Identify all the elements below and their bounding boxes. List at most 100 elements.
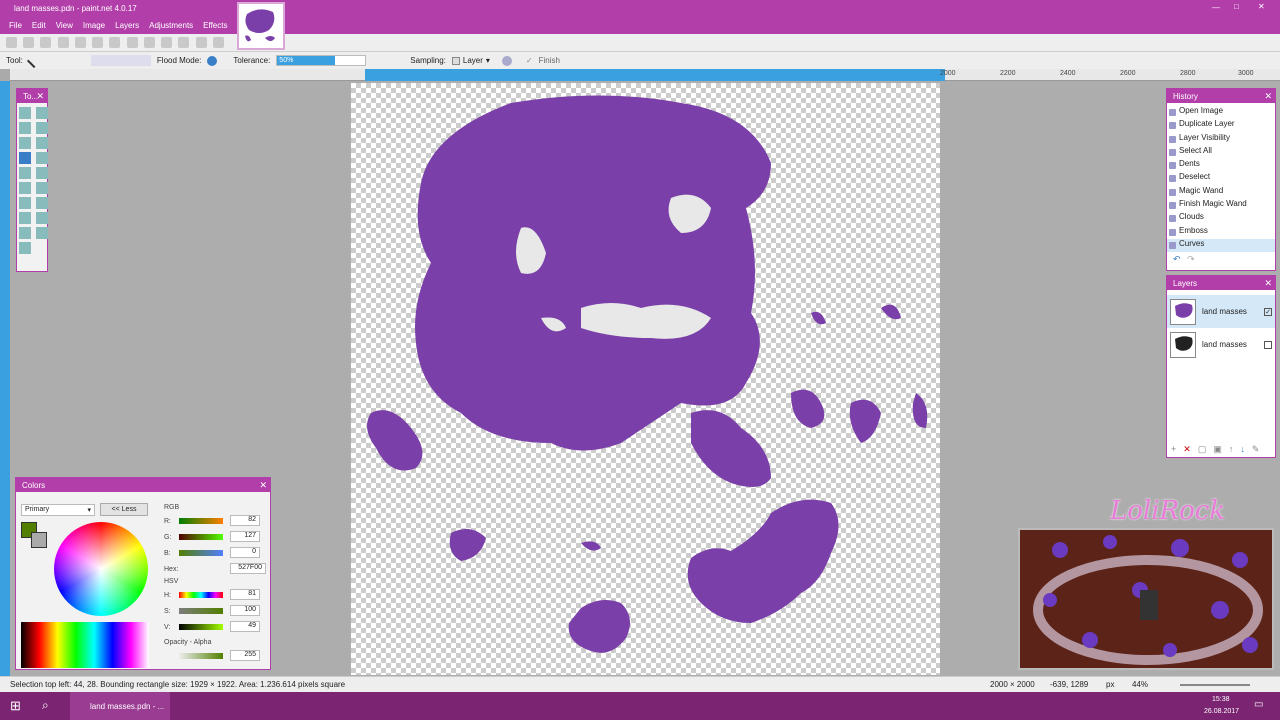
palette-grid[interactable]	[21, 622, 149, 668]
history-item[interactable]: Finish Magic Wand	[1167, 199, 1275, 212]
magic-wand-tool-icon[interactable]	[19, 152, 31, 164]
history-item[interactable]: Clouds	[1167, 212, 1275, 225]
h-slider[interactable]	[179, 592, 223, 598]
taskbar-app-paintnet[interactable]: land masses.pdn - ...	[70, 692, 170, 720]
antialias-icon[interactable]	[501, 55, 512, 66]
ruler-icon[interactable]	[212, 37, 224, 48]
zoom-slider[interactable]	[1180, 684, 1250, 686]
s-slider[interactable]	[179, 608, 223, 614]
gradient-icon[interactable]	[36, 167, 48, 179]
layer-item[interactable]: land masses	[1167, 328, 1275, 361]
line-icon[interactable]	[36, 227, 48, 239]
color-picker-icon[interactable]	[36, 197, 48, 209]
redo-icon[interactable]: ↷	[1187, 254, 1195, 264]
history-item-current[interactable]: Curves	[1167, 238, 1275, 253]
r-slider[interactable]	[179, 518, 223, 524]
close-icon[interactable]: ✕	[36, 91, 44, 102]
history-item[interactable]: Dents	[1167, 159, 1275, 172]
hex-value[interactable]: 527F00	[230, 563, 266, 574]
zoom-level[interactable]: 44%	[1132, 680, 1148, 689]
delete-layer-icon[interactable]: ✕	[1183, 444, 1191, 455]
move-down-icon[interactable]: ↓	[1240, 444, 1245, 455]
alpha-slider[interactable]	[179, 653, 223, 659]
cut-icon[interactable]	[74, 37, 86, 48]
layer-visibility-checkbox[interactable]: ✓	[1264, 307, 1272, 316]
v-slider[interactable]	[179, 624, 223, 630]
shapes-icon[interactable]	[19, 242, 31, 254]
undo-icon[interactable]: ↶	[1173, 254, 1181, 264]
finish-button[interactable]: Finish	[539, 56, 560, 65]
image-tab-thumbnail[interactable]	[237, 2, 285, 50]
rectangle-select-icon[interactable]	[19, 107, 31, 119]
layer-properties-icon[interactable]: ✎	[1252, 444, 1260, 455]
pan-icon[interactable]	[36, 152, 48, 164]
paintbrush-icon[interactable]	[19, 182, 31, 194]
zoom-icon[interactable]	[36, 137, 48, 149]
lasso-icon[interactable]	[19, 122, 31, 134]
paint-bucket-icon[interactable]	[19, 167, 31, 179]
b-value[interactable]: 0	[230, 547, 260, 558]
maximize-button[interactable]: □	[1234, 2, 1239, 11]
history-item[interactable]: Open Image	[1167, 106, 1275, 119]
notifications-icon[interactable]: ▭	[1254, 699, 1263, 710]
clone-stamp-icon[interactable]	[19, 212, 31, 224]
history-item[interactable]: Select All	[1167, 146, 1275, 159]
print-icon[interactable]	[57, 37, 69, 48]
v-value[interactable]: 49	[230, 621, 260, 632]
history-item[interactable]: Layer Visibility	[1167, 133, 1275, 146]
secondary-color-swatch[interactable]	[31, 532, 47, 548]
crop-icon[interactable]	[126, 37, 138, 48]
menu-view[interactable]: View	[51, 21, 78, 30]
paste-icon[interactable]	[109, 37, 121, 48]
layer-item[interactable]: land masses ✓	[1167, 295, 1275, 328]
open-icon[interactable]	[23, 37, 35, 48]
image-canvas[interactable]	[351, 83, 940, 675]
add-layer-icon[interactable]: +	[1171, 444, 1176, 455]
ellipse-select-icon[interactable]	[19, 137, 31, 149]
less-button[interactable]: << Less	[100, 503, 148, 516]
selection-mode-icon[interactable]	[90, 55, 151, 66]
minimize-button[interactable]: —	[1212, 3, 1220, 12]
duplicate-layer-icon[interactable]: ▢	[1198, 444, 1207, 455]
windows-start-icon[interactable]: ⊞	[10, 698, 21, 714]
redo-icon[interactable]	[178, 37, 190, 48]
color-mode-select[interactable]: Primary ▾	[21, 504, 95, 516]
move-up-icon[interactable]: ↑	[1229, 444, 1234, 455]
move-selection-icon[interactable]	[36, 107, 48, 119]
sampling-select[interactable]: Layer ▾	[451, 56, 490, 65]
history-item[interactable]: Magic Wand	[1167, 186, 1275, 199]
save-icon[interactable]	[40, 37, 52, 48]
eraser-icon[interactable]	[36, 182, 48, 194]
history-item[interactable]: Deselect	[1167, 172, 1275, 185]
units-select[interactable]: px	[1106, 680, 1114, 689]
s-value[interactable]: 100	[230, 605, 260, 616]
magic-wand-icon[interactable]	[26, 53, 41, 68]
history-item[interactable]: Emboss	[1167, 226, 1275, 239]
text-icon[interactable]	[19, 227, 31, 239]
g-slider[interactable]	[179, 534, 223, 540]
close-button[interactable]: ✕	[1258, 2, 1265, 11]
flood-mode-icon[interactable]	[207, 55, 218, 66]
r-value[interactable]: 82	[230, 515, 260, 526]
menu-layers[interactable]: Layers	[110, 21, 144, 30]
grid-icon[interactable]	[195, 37, 207, 48]
tolerance-slider[interactable]: 50%	[276, 55, 367, 66]
deselect-icon[interactable]	[143, 37, 155, 48]
close-icon[interactable]: ✕	[259, 480, 267, 491]
search-icon[interactable]: ⌕	[42, 698, 49, 713]
menu-image[interactable]: Image	[78, 21, 110, 30]
layer-visibility-checkbox[interactable]	[1264, 340, 1272, 349]
undo-icon[interactable]	[161, 37, 173, 48]
new-icon[interactable]	[6, 37, 17, 48]
merge-layer-icon[interactable]: ▣	[1213, 444, 1222, 455]
pencil-icon[interactable]	[19, 197, 31, 209]
color-wheel[interactable]	[54, 522, 148, 616]
copy-icon[interactable]	[92, 37, 104, 48]
g-value[interactable]: 127	[230, 531, 260, 542]
h-value[interactable]: 81	[230, 589, 260, 600]
menu-effects[interactable]: Effects	[198, 21, 232, 30]
b-slider[interactable]	[179, 550, 223, 556]
menu-file[interactable]: File	[4, 21, 27, 30]
recolor-icon[interactable]	[36, 212, 48, 224]
menu-edit[interactable]: Edit	[27, 21, 51, 30]
